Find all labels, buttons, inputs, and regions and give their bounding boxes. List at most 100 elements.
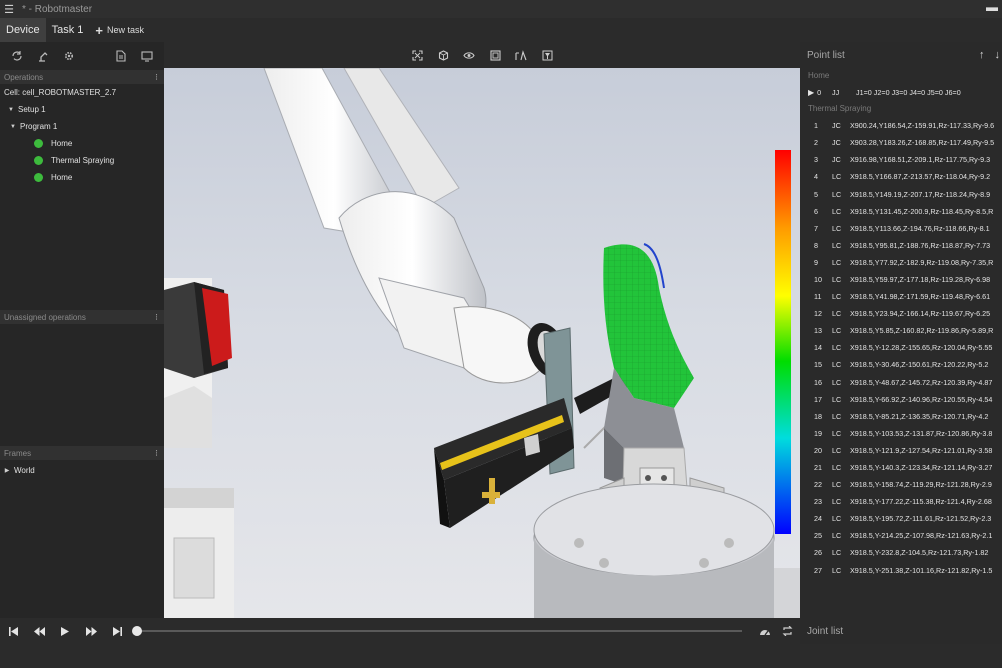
point-row[interactable]: 26 LC X918.5,Y-232.8,Z-104.5,Rz-121.73,Ry-… <box>800 544 1002 561</box>
path-icon[interactable] <box>512 46 530 64</box>
point-type: LC <box>832 514 842 524</box>
play-icon[interactable] <box>52 618 78 644</box>
rewind-icon[interactable] <box>26 618 52 644</box>
skip-start-icon[interactable] <box>0 618 26 644</box>
filter-icon[interactable] <box>538 46 556 64</box>
point-row[interactable]: 10 LC X918.5,Y59.97,Z-177.18,Rz-119.28,Ry-… <box>800 271 1002 288</box>
point-row[interactable]: 25 LC X918.5,Y-214.25,Z-107.98,Rz-121.63,R… <box>800 527 1002 544</box>
point-row[interactable]: 2 JC X903.28,Y183.26,Z-168.85,Rz-117.49,Ry… <box>800 134 1002 151</box>
timeline-track[interactable] <box>134 630 742 632</box>
cube-view-icon[interactable] <box>434 46 452 64</box>
point-number: 26 <box>814 548 822 558</box>
frame-icon[interactable] <box>486 46 504 64</box>
point-row[interactable]: 1 JC X900.24,Y186.54,Z-159.91,Rz-117.33,Ry… <box>800 117 1002 134</box>
point-row[interactable]: 24 LC X918.5,Y-195.72,Z-111.61,Rz-121.52,R… <box>800 510 1002 527</box>
program-node[interactable]: ▼ Program 1 <box>0 118 164 135</box>
operation-home-end[interactable]: Home <box>0 169 164 186</box>
arrow-up-icon[interactable]: ↑ <box>979 49 985 61</box>
tab-task-1[interactable]: Task 1 <box>46 18 90 42</box>
point-row[interactable]: 14 LC X918.5,Y-12.28,Z-155.65,Rz-120.04,Ry… <box>800 339 1002 356</box>
3d-viewport[interactable] <box>164 68 800 618</box>
cell-node[interactable]: Cell: cell_ROBOTMASTER_2.7 <box>0 84 164 101</box>
robotmaster-app: ☰ * - Robotmaster ▬ Device Task 1 + New … <box>0 0 1002 668</box>
window-title: * - Robotmaster <box>22 3 93 15</box>
frame-world[interactable]: ▶ World <box>0 462 164 479</box>
point-type: LC <box>832 343 842 353</box>
point-type: LC <box>832 480 842 490</box>
loop-icon[interactable] <box>774 618 800 644</box>
visibility-icon[interactable] <box>460 46 478 64</box>
left-robot-base <box>164 278 234 618</box>
pin-icon[interactable]: ⁝ <box>155 448 158 459</box>
cycle-icon[interactable] <box>4 42 30 70</box>
caret-right-icon[interactable]: ▶ <box>2 467 12 474</box>
point-row[interactable]: 13 LC X918.5,Y5.85,Z-160.82,Rz-119.86,Ry-5… <box>800 322 1002 339</box>
point-row[interactable]: 21 LC X918.5,Y-140.3,Z-123.34,Rz-121.14,Ry… <box>800 459 1002 476</box>
point-coords: X918.5,Y-195.72,Z-111.61,Rz-121.52,Ry-2.… <box>850 514 992 524</box>
home-point-row[interactable]: ▶ 0 JJ J1=0 J2=0 J3=0 J4=0 J5=0 J6=0 <box>800 84 1002 101</box>
fast-forward-icon[interactable] <box>78 618 104 644</box>
frames-header-label: Frames <box>4 448 32 458</box>
point-coords: X918.5,Y-30.46,Z-150.61,Rz-120.22,Ry-5.2 <box>850 360 989 370</box>
point-row[interactable]: 3 JC X916.98,Y168.51,Z-209.1,Rz-117.75,Ry-… <box>800 151 1002 168</box>
skip-end-icon[interactable] <box>104 618 130 644</box>
operation-thermal-spraying[interactable]: Thermal Spraying <box>0 152 164 169</box>
operation-home-start[interactable]: Home <box>0 135 164 152</box>
point-row[interactable]: 4 LC X918.5,Y166.87,Z-213.57,Rz-118.04,Ry-… <box>800 168 1002 185</box>
gear-icon[interactable] <box>56 42 82 70</box>
document-icon[interactable] <box>108 42 134 70</box>
minimize-button[interactable]: ▬ <box>984 0 1000 18</box>
point-row[interactable]: 7 LC X918.5,Y113.66,Z-194.76,Rz-118.66,Ry-… <box>800 220 1002 237</box>
robot-arm-icon[interactable] <box>30 42 56 70</box>
point-row[interactable]: 18 LC X918.5,Y-85.21,Z-136.35,Rz-120.71,Ry… <box>800 408 1002 425</box>
point-row[interactable]: 22 LC X918.5,Y-158.74,Z-119.29,Rz-121.28,R… <box>800 476 1002 493</box>
point-row[interactable]: 23 LC X918.5,Y-177.22,Z-115.38,Rz-121.4,Ry… <box>800 493 1002 510</box>
robot-scene <box>164 68 800 618</box>
point-row[interactable]: 12 LC X918.5,Y23.94,Z-166.14,Rz-119.67,Ry-… <box>800 305 1002 322</box>
point-type: LC <box>832 548 842 558</box>
point-row[interactable]: 11 LC X918.5,Y41.98,Z-171.59,Rz-119.48,Ry-… <box>800 288 1002 305</box>
point-row[interactable]: 9 LC X918.5,Y77.92,Z-182.9,Rz-119.08,Ry-7.… <box>800 254 1002 271</box>
point-coords: X918.5,Y95.81,Z-188.76,Rz-118.87,Ry-7.73 <box>850 240 991 250</box>
new-task-button[interactable]: + New task <box>89 18 150 42</box>
joint-list-header[interactable]: Joint list <box>800 618 1002 644</box>
caret-down-icon[interactable]: ▼ <box>6 107 16 113</box>
caret-down-icon[interactable]: ▼ <box>8 124 18 130</box>
pin-icon[interactable]: ⁝ <box>155 72 158 83</box>
hamburger-icon[interactable]: ☰ <box>0 0 18 18</box>
fit-view-icon[interactable] <box>408 46 426 64</box>
point-number: 1 <box>814 121 818 131</box>
point-coords: X918.5,Y-177.22,Z-115.38,Rz-121.4,Ry-2.6… <box>850 497 992 507</box>
operations-tree: Cell: cell_ROBOTMASTER_2.7 ▼ Setup 1 ▼ P… <box>0 84 164 310</box>
point-row[interactable]: 20 LC X918.5,Y-121.9,Z-127.54,Rz-121.01,Ry… <box>800 442 1002 459</box>
home-group-label: Home <box>808 71 830 80</box>
point-coords: X918.5,Y59.97,Z-177.18,Rz-119.28,Ry-6.98 <box>850 274 991 284</box>
monitor-icon[interactable] <box>134 42 160 70</box>
point-coords: X918.5,Y41.98,Z-171.59,Rz-119.48,Ry-6.61 <box>850 292 991 302</box>
point-coords: X918.5,Y-232.8,Z-104.5,Rz-121.73,Ry-1.82 <box>850 548 989 558</box>
point-row[interactable]: 5 LC X918.5,Y149.19,Z-207.17,Rz-118.24,Ry-… <box>800 185 1002 202</box>
point-number: 27 <box>814 565 822 575</box>
point-coords: X918.5,Y5.85,Z-160.82,Rz-119.86,Ry-5.89,… <box>850 326 994 336</box>
timeline-knob[interactable] <box>132 626 142 636</box>
point-row[interactable]: 27 LC X918.5,Y-251.38,Z-101.16,Rz-121.82,R… <box>800 562 1002 579</box>
point-row[interactable]: 17 LC X918.5,Y-66.92,Z-140.96,Rz-120.55,Ry… <box>800 391 1002 408</box>
robot-arm <box>263 68 567 384</box>
point-list-header: Point list ↑ ↓ <box>800 42 1002 68</box>
setup-node[interactable]: ▼ Setup 1 <box>0 101 164 118</box>
point-row[interactable]: 6 LC X918.5,Y131.45,Z-200.9,Rz-118.45,Ry-8… <box>800 203 1002 220</box>
point-type: LC <box>832 326 842 336</box>
pin-icon[interactable]: ⁝ <box>155 312 158 323</box>
point-row[interactable]: 16 LC X918.5,Y-48.67,Z-145.72,Rz-120.39,Ry… <box>800 374 1002 391</box>
point-coords: X916.98,Y168.51,Z-209.1,Rz-117.75,Ry-9.3 <box>850 155 991 165</box>
point-row[interactable]: 19 LC X918.5,Y-103.53,Z-131.87,Rz-120.86,R… <box>800 425 1002 442</box>
point-type: LC <box>832 309 842 319</box>
point-number: 12 <box>814 309 822 319</box>
tab-device[interactable]: Device <box>0 18 46 42</box>
point-coords: X918.5,Y-158.74,Z-119.29,Rz-121.28,Ry-2.… <box>850 480 992 490</box>
operations-header-label: Operations <box>4 72 44 82</box>
point-row[interactable]: 8 LC X918.5,Y95.81,Z-188.76,Rz-118.87,Ry-7… <box>800 237 1002 254</box>
point-coords: X918.5,Y-103.53,Z-131.87,Rz-120.86,Ry-3.… <box>850 428 993 438</box>
point-row[interactable]: 15 LC X918.5,Y-30.46,Z-150.61,Rz-120.22,Ry… <box>800 356 1002 373</box>
arrow-down-icon[interactable]: ↓ <box>995 49 1001 61</box>
